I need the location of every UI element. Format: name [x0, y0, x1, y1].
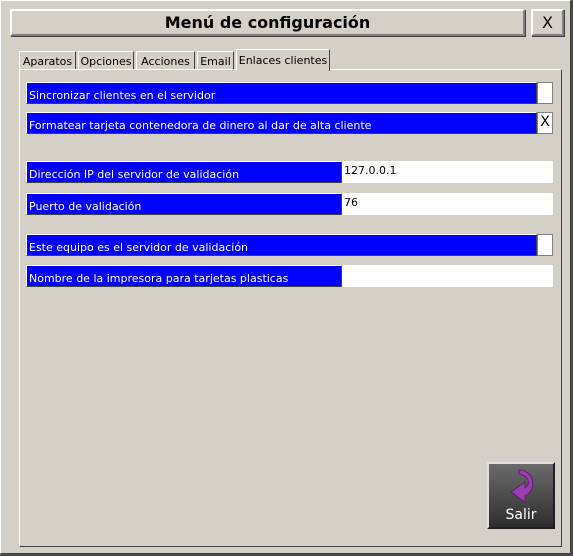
card-printer-label: Nombre de la impresora para tarjetas pla…: [26, 265, 342, 287]
setting-format-card: Formatear tarjeta contenedora de dinero …: [26, 112, 553, 134]
sync-clients-checkbox[interactable]: [537, 82, 553, 104]
window-title: Menú de configuración: [10, 9, 525, 36]
setting-sync-clients: Sincronizar clientes en el servidor: [26, 82, 553, 104]
tab-enlaces-clientes[interactable]: Enlaces clientes: [236, 49, 330, 71]
tab-aparatos[interactable]: Aparatos: [19, 51, 76, 71]
exit-button-label: Salir: [505, 507, 537, 523]
close-button[interactable]: X: [531, 9, 564, 36]
validation-port-label: Puerto de validación: [26, 193, 342, 215]
validation-port-input[interactable]: 76: [342, 193, 553, 215]
setting-validation-ip: Dirección IP del servidor de validación …: [26, 161, 553, 183]
tab-acciones[interactable]: Acciones: [136, 51, 195, 71]
tab-opciones[interactable]: Opciones: [78, 51, 134, 71]
exit-button[interactable]: Salir: [487, 462, 555, 529]
tab-bar: Aparatos Opciones Acciones Email Enlaces…: [19, 48, 332, 71]
is-validation-server-label: Este equipo es el servidor de validación: [26, 234, 537, 256]
config-window: Menú de configuración X Aparatos Opcione…: [0, 0, 571, 554]
setting-card-printer: Nombre de la impresora para tarjetas pla…: [26, 265, 553, 287]
is-validation-server-checkbox[interactable]: [537, 234, 553, 256]
card-printer-input[interactable]: [342, 265, 553, 287]
validation-ip-label: Dirección IP del servidor de validación: [26, 161, 342, 183]
tab-email[interactable]: Email: [197, 51, 234, 71]
exit-arrow-icon: [510, 469, 534, 503]
setting-is-validation-server: Este equipo es el servidor de validación: [26, 234, 553, 256]
settings-panel: [19, 69, 562, 547]
format-card-label: Formatear tarjeta contenedora de dinero …: [26, 112, 537, 134]
format-card-checkbox[interactable]: X: [537, 112, 553, 134]
setting-validation-port: Puerto de validación 76: [26, 193, 553, 215]
sync-clients-label: Sincronizar clientes en el servidor: [26, 82, 537, 104]
validation-ip-input[interactable]: 127.0.0.1: [342, 161, 553, 183]
